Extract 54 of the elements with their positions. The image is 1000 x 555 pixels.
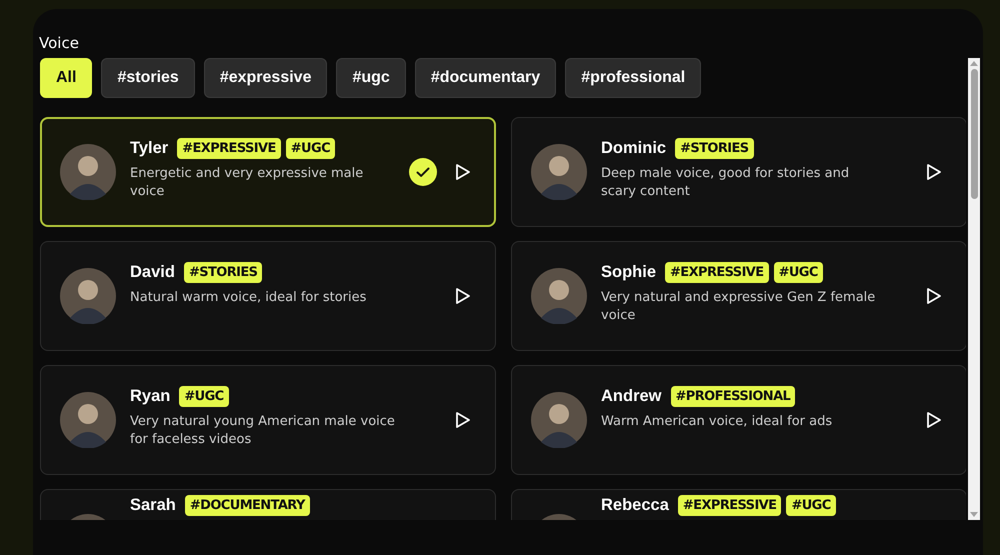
voice-description: Very natural and expressive Gen Z female voice (601, 289, 876, 325)
filter-chip[interactable]: All (40, 58, 92, 98)
panel-title: Voice (39, 34, 80, 54)
voice-description: Energetic and very expressive male voice (130, 165, 364, 201)
voice-card[interactable]: Dominic #STORIES Deep male voice, good for stories and scary content (511, 117, 966, 227)
avatar-silhouette-icon (60, 268, 116, 324)
tag-label: #EXPRESSIVE (177, 138, 281, 159)
avatar-silhouette-icon (531, 392, 587, 448)
tag-label: #UGC (179, 386, 229, 407)
voice-card[interactable]: Andrew #PROFESSIONAL Warm American voice, ideal for ads (511, 365, 966, 475)
avatar-silhouette-icon (531, 268, 587, 324)
filter-chip[interactable]: #documentary (414, 58, 556, 98)
tag-label: #PROFESSIONAL (670, 386, 796, 407)
voice-name: Tyler (130, 139, 168, 158)
tag-label: #UGC (786, 495, 836, 516)
tag-label: #STORIES (675, 138, 754, 159)
voice-description: Warm American voice, ideal for ads (601, 413, 834, 431)
scrollbar[interactable] (968, 58, 980, 520)
tag-label: #EXPRESSIVE (678, 495, 782, 516)
play-icon (926, 411, 942, 429)
filter-chip[interactable]: #stories (101, 58, 195, 98)
voice-card[interactable]: Sarah #DOCUMENTARY (40, 489, 496, 520)
play-icon (455, 163, 471, 181)
voice-name: Sarah (130, 496, 176, 515)
tag-label: #UGC (286, 138, 336, 159)
play-icon (926, 287, 942, 305)
checkmark-icon (409, 158, 437, 186)
voice-name: Rebecca (601, 496, 669, 515)
voice-description: Natural warm voice, ideal for stories (130, 289, 368, 307)
voice-name: Sophie (601, 263, 656, 282)
voice-card[interactable]: Tyler #EXPRESSIVE #UGC Energetic and very expressive male voice (40, 117, 496, 227)
tag-label: #DOCUMENTARY (184, 495, 310, 516)
tag-label: #STORIES (184, 262, 262, 283)
voice-description: Deep male voice, good for stories and scary content (601, 165, 850, 201)
tag-label: #UGC (774, 262, 823, 283)
voice-name: Ryan (130, 387, 170, 406)
voice-card[interactable]: Sophie #EXPRESSIVE #UGC Very natural and expressive Gen Z female voice (511, 241, 966, 351)
voice-name: David (130, 263, 175, 282)
filter-chip[interactable]: #expressive (204, 58, 328, 98)
voice-card[interactable]: Ryan #UGC Very natural young American male voice for faceless videos (40, 365, 496, 475)
voice-name: Dominic (601, 139, 666, 158)
voice-name: Andrew (601, 387, 662, 406)
voice-description: Very natural young American male voice for faceless videos (130, 413, 396, 449)
tag-label: #EXPRESSIVE (665, 262, 769, 283)
voice-card[interactable]: David #STORIES Natural warm voice, ideal for stories (40, 241, 496, 351)
voice-card[interactable]: Rebecca #EXPRESSIVE #UGC (511, 489, 966, 520)
filter-chip[interactable]: #professional (565, 58, 702, 98)
play-icon (455, 287, 471, 305)
filter-chip[interactable]: #ugc (336, 58, 406, 98)
play-icon (455, 411, 471, 429)
avatar-silhouette-icon (60, 144, 116, 200)
avatar-silhouette-icon (60, 392, 116, 448)
avatar-silhouette-icon (531, 144, 587, 200)
play-icon (926, 163, 942, 181)
